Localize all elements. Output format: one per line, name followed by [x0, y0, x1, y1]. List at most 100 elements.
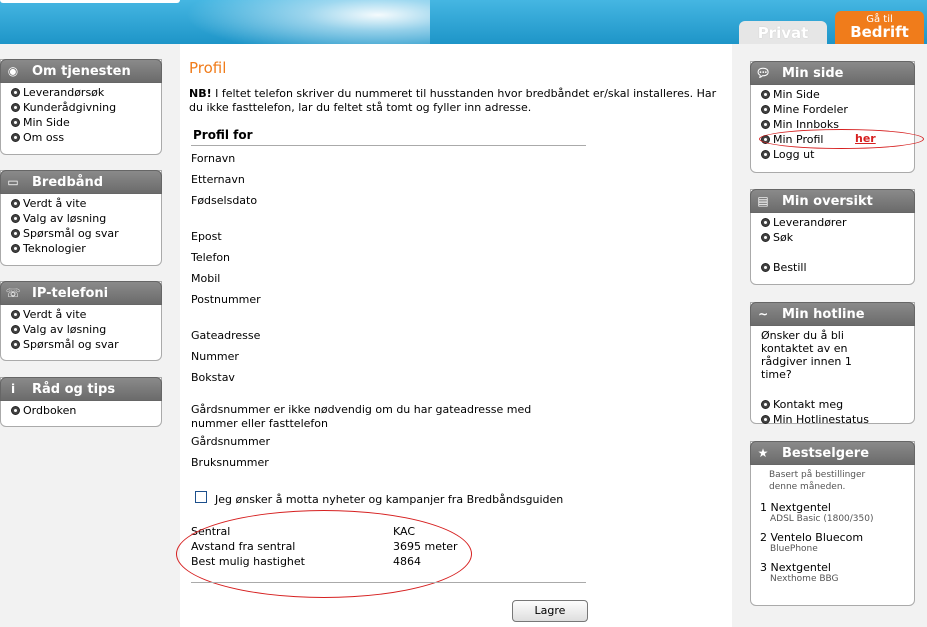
arrow-bullet-icon [11, 340, 20, 349]
arrow-bullet-icon [761, 400, 770, 409]
profil-for-heading: Profil for [193, 128, 253, 142]
note-text: I feltet telefon skriver du nummeret til… [189, 87, 717, 114]
nav-logg-ut[interactable]: Logg ut [761, 147, 914, 162]
box-min-oversikt-head: ▤ Min oversikt [750, 189, 915, 213]
box-title: Bestselgere [782, 446, 870, 461]
newsletter-checkbox[interactable] [195, 491, 207, 503]
label-etternavn: Etternavn [191, 173, 245, 186]
annotation-ellipse-min-profil [759, 129, 924, 149]
box-om-tjenesten-head: ◉ Om tjenesten [0, 59, 162, 83]
label-postnummer: Postnummer [191, 293, 261, 306]
box-ip-telefoni-head: ☏ IP-telefoni [0, 281, 162, 305]
nav-sporsmal-og-svar[interactable]: Spørsmål og svar [11, 226, 161, 241]
label-gardsnummer: Gårdsnummer [191, 435, 270, 448]
box-title: IP-telefoni [32, 286, 109, 301]
nav-kunderadgivning[interactable]: Kunderådgivning [11, 100, 161, 115]
wave-icon: ∼ [757, 307, 769, 321]
phone-icon: ☏ [5, 286, 21, 300]
box-om-tjenesten: ◉ Om tjenesten Leverandørsøk Kunderådgiv… [0, 59, 162, 155]
box-rad-og-tips: i Råd og tips Ordboken [0, 377, 162, 427]
label-nummer: Nummer [191, 350, 239, 363]
spacer [761, 245, 914, 260]
nav-ordboken[interactable]: Ordboken [11, 403, 161, 418]
label-epost: Epost [191, 230, 222, 243]
logo[interactable] [0, 0, 180, 3]
info-note: NB! I feltet telefon skriver du nummeret… [189, 87, 729, 115]
arrow-bullet-icon [11, 133, 20, 142]
label-fornavn: Fornavn [191, 152, 236, 165]
nav-min-hotlinestatus[interactable]: Min Hotlinestatus [761, 412, 914, 427]
arrow-bullet-icon [761, 90, 770, 99]
newsletter-label: Jeg ønsker å motta nyheter og kampanjer … [215, 493, 564, 506]
label-gateadresse: Gateadresse [191, 329, 261, 342]
label-fodselsdato: Fødselsdato [191, 194, 258, 207]
nav-om-oss[interactable]: Om oss [11, 130, 161, 145]
nav-sok[interactable]: Søk [761, 230, 914, 245]
nav-teknologier[interactable]: Teknologier [11, 241, 161, 256]
page-title: Profil [189, 59, 227, 77]
header-banner: Privat Gå til Bedrift [0, 0, 927, 44]
box-bredband-head: ▭ Bredbånd [0, 170, 162, 194]
box-min-hotline-head: ∼ Min hotline [750, 302, 915, 326]
save-button[interactable]: Lagre [512, 600, 588, 622]
arrow-bullet-icon [11, 325, 20, 334]
nav-ip-sporsmal-og-svar[interactable]: Spørsmål og svar [11, 337, 161, 352]
arrow-bullet-icon [11, 103, 20, 112]
nav-leverandorer[interactable]: Leverandører [761, 215, 914, 230]
nav-kontakt-meg[interactable]: Kontakt meg [761, 397, 914, 412]
box-title: Råd og tips [32, 382, 116, 397]
arrow-bullet-icon [11, 199, 20, 208]
label-telefon: Telefon [191, 251, 231, 264]
label-bokstav: Bokstav [191, 371, 235, 384]
nav-verdt-a-vite[interactable]: Verdt å vite [11, 196, 161, 211]
bestseller-item[interactable]: 2 Ventelo Bluecom BluePhone [760, 531, 863, 554]
nav-min-side-right[interactable]: Min Side [761, 87, 914, 102]
arrow-bullet-icon [11, 229, 20, 238]
speech-bubble-icon: 💬︎ [755, 66, 771, 80]
box-min-oversikt: ▤ Min oversikt Leverandører Søk Bestill [750, 189, 915, 285]
tab-privat[interactable]: Privat [739, 21, 827, 44]
arrow-bullet-icon [761, 218, 770, 227]
arrow-bullet-icon [11, 88, 20, 97]
bestseller-item[interactable]: 3 Nextgentel Nexthome BBG [760, 561, 839, 584]
note-bold: NB! [189, 87, 212, 100]
arrow-bullet-icon [11, 118, 20, 127]
nav-ip-verdt-a-vite[interactable]: Verdt å vite [11, 307, 161, 322]
box-bestselgere-head: ★ Bestselgere [750, 441, 915, 465]
box-ip-telefoni: ☏ IP-telefoni Verdt å vite Valg av løsni… [0, 281, 162, 361]
document-icon: ▤ [757, 194, 769, 208]
tab-bedrift[interactable]: Gå til Bedrift [835, 11, 924, 44]
bestseller-item[interactable]: 1 Nextgentel ADSL Basic (1800/350) [760, 501, 874, 524]
label-mobil: Mobil [191, 272, 221, 285]
nav-bestill[interactable]: Bestill [761, 260, 914, 275]
divider [191, 582, 586, 583]
arrow-bullet-icon [761, 150, 770, 159]
tab-bedrift-big: Bedrift [850, 23, 909, 41]
arrow-bullet-icon [761, 233, 770, 242]
box-title: Om tjenesten [32, 64, 131, 79]
arrow-bullet-icon [761, 415, 770, 424]
label-bruksnummer: Bruksnummer [191, 456, 269, 469]
globe-icon: ◉ [7, 64, 19, 78]
hotline-text: Ønsker du å bli kontaktet av en rådgiver… [761, 329, 852, 381]
box-title: Min side [782, 66, 844, 81]
gardsnummer-info: Gårdsnummer er ikke nødvendig om du har … [191, 403, 532, 430]
box-min-hotline: ∼ Min hotline Ønsker du å bli kontaktet … [750, 302, 915, 427]
nav-mine-fordeler[interactable]: Mine Fordeler [761, 102, 914, 117]
arrow-bullet-icon [11, 310, 20, 319]
box-min-side-head: 💬︎ Min side [750, 61, 915, 85]
nav-leverandorsok[interactable]: Leverandørsøk [11, 85, 161, 100]
nav-ip-valg-av-losning[interactable]: Valg av løsning [11, 322, 161, 337]
arrow-bullet-icon [761, 263, 770, 272]
nav-min-side[interactable]: Min Side [11, 115, 161, 130]
annotation-her: her [855, 132, 876, 145]
star-icon: ★ [757, 446, 769, 460]
nav-valg-av-losning[interactable]: Valg av løsning [11, 211, 161, 226]
box-bestselgere: ★ Bestselgere Basert på bestillinger den… [750, 441, 915, 606]
header-light-beam [170, 0, 430, 44]
arrow-bullet-icon [761, 120, 770, 129]
box-rad-og-tips-head: i Råd og tips [0, 377, 162, 401]
annotation-ellipse [176, 510, 472, 598]
box-title: Min oversikt [782, 194, 873, 209]
arrow-bullet-icon [761, 105, 770, 114]
